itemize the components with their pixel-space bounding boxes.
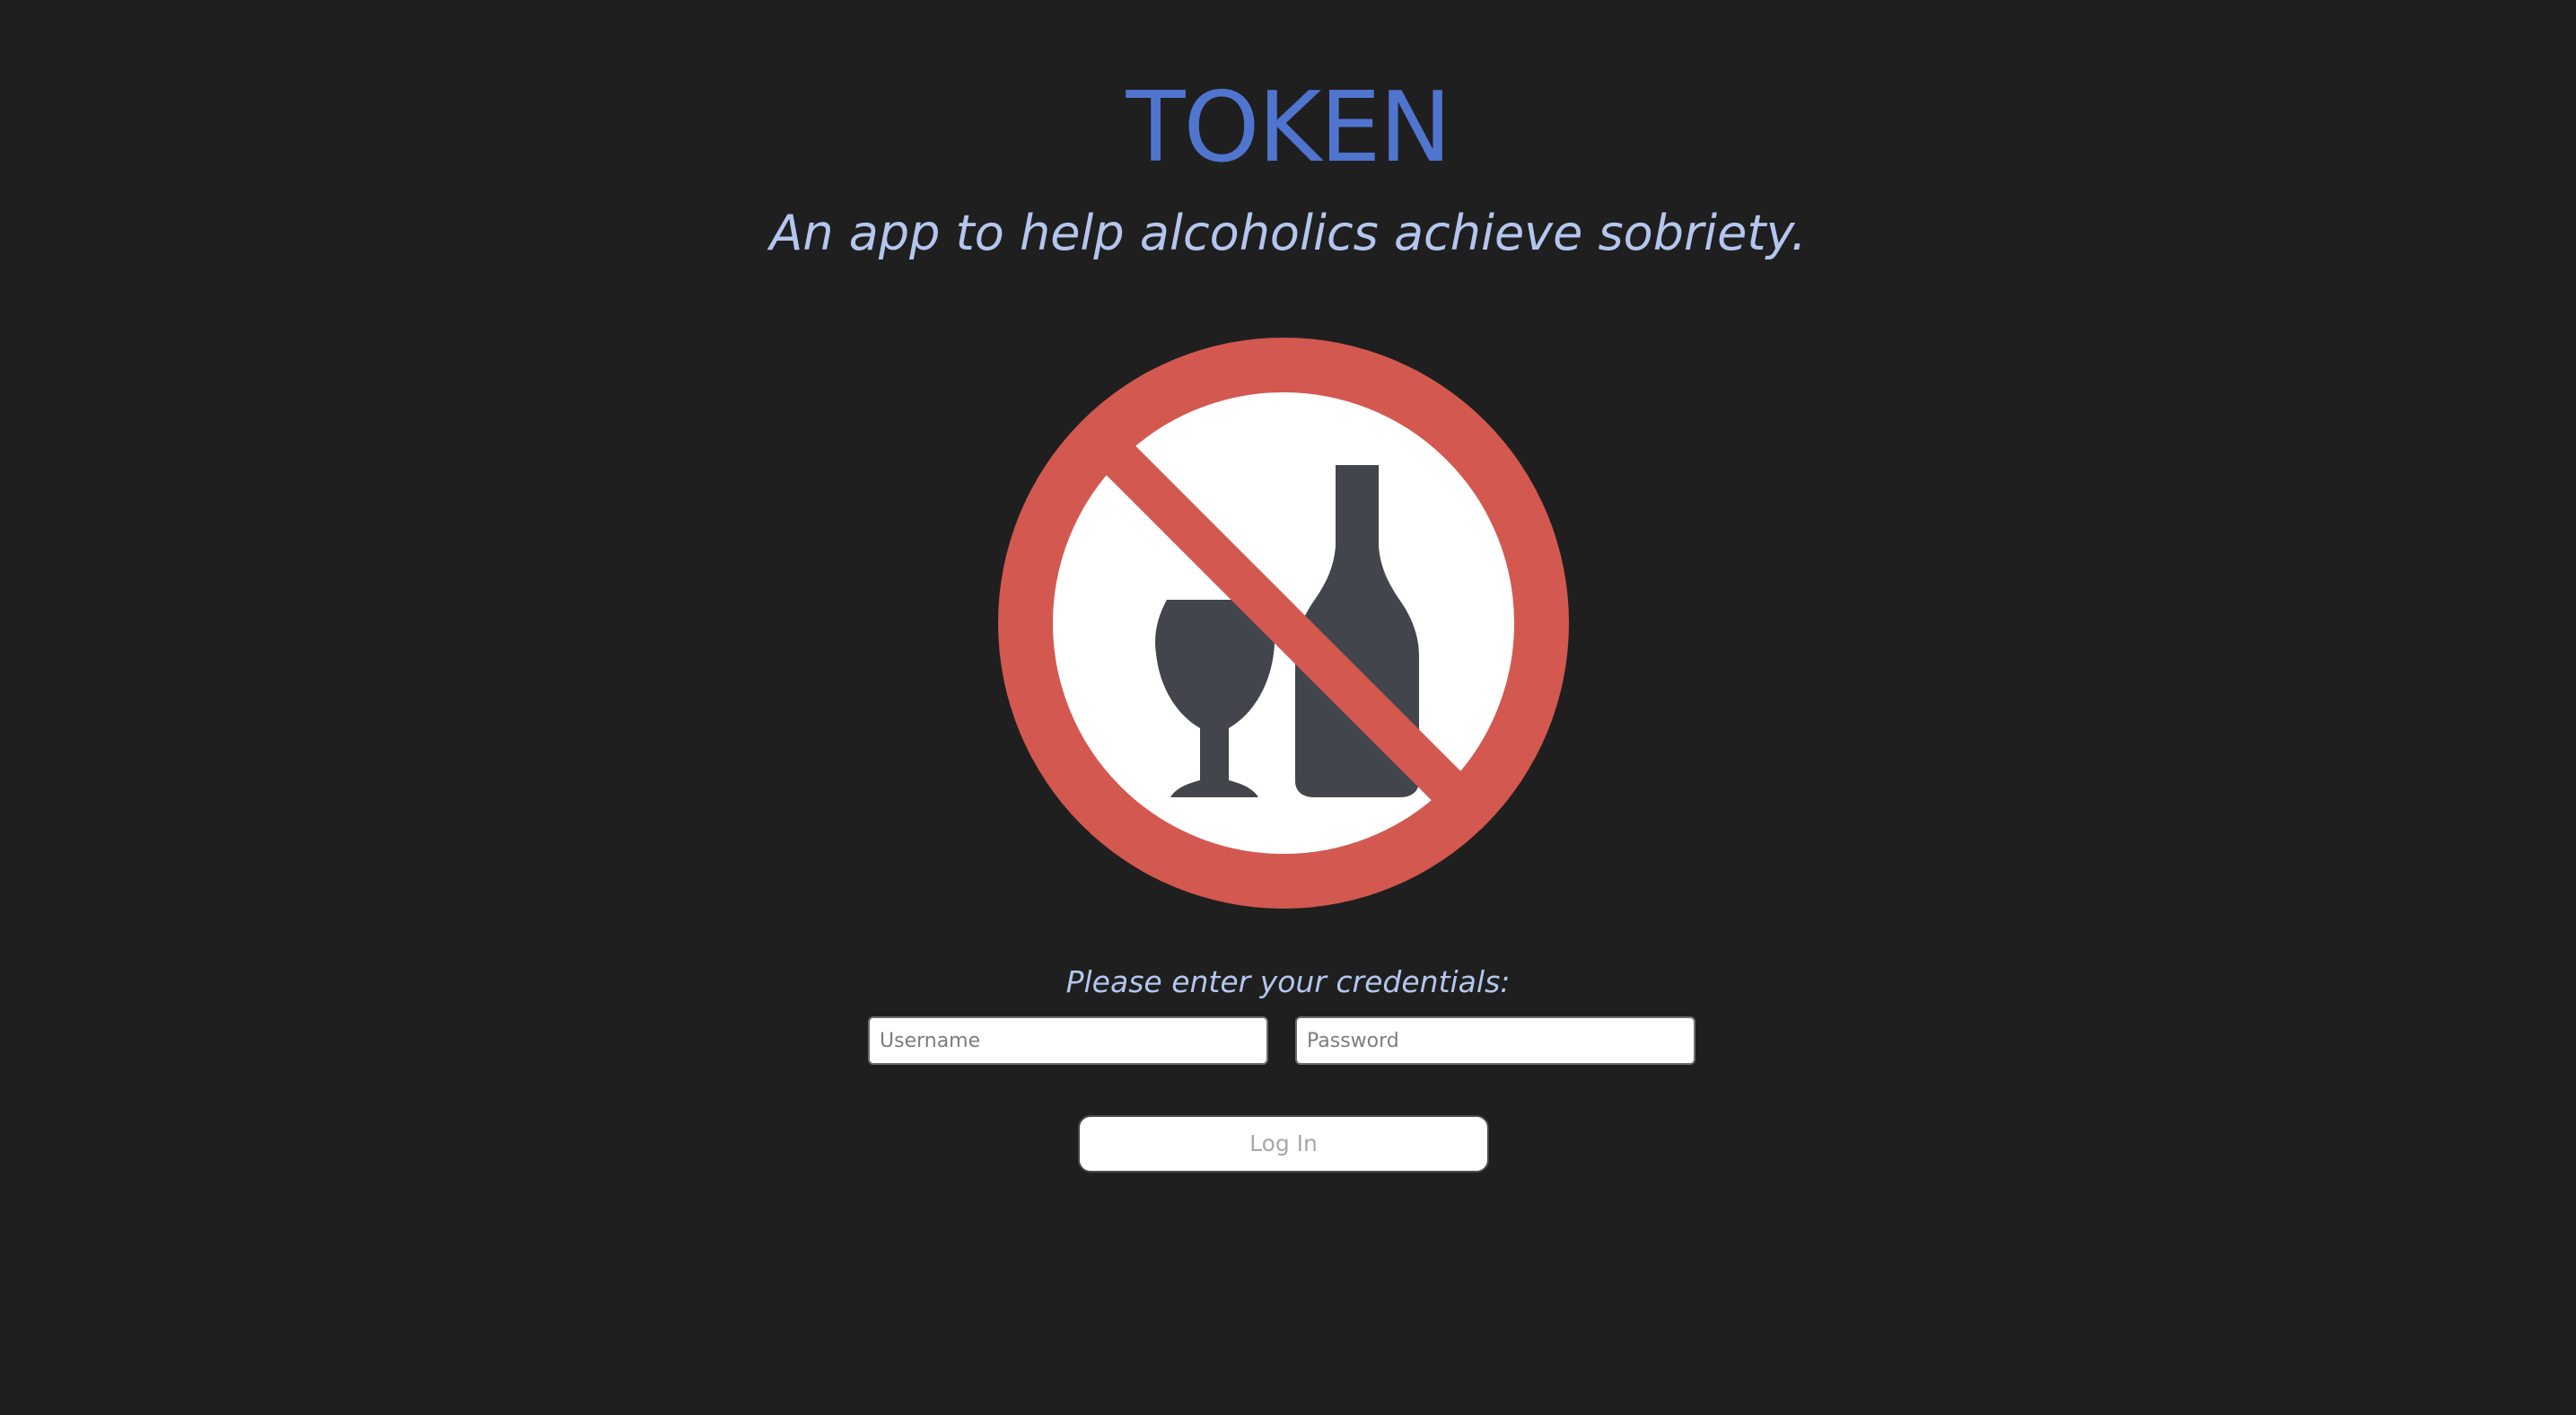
app-tagline: An app to help alcoholics achieve sobrie… [769,205,1807,261]
password-input[interactable] [1295,1016,1695,1065]
login-button[interactable]: Log In [1078,1115,1489,1173]
credentials-prompt: Please enter your credentials: [1065,964,1511,999]
no-alcohol-icon [998,338,1569,909]
username-input[interactable] [868,1016,1268,1065]
app-title: TOKEN [1126,72,1452,184]
